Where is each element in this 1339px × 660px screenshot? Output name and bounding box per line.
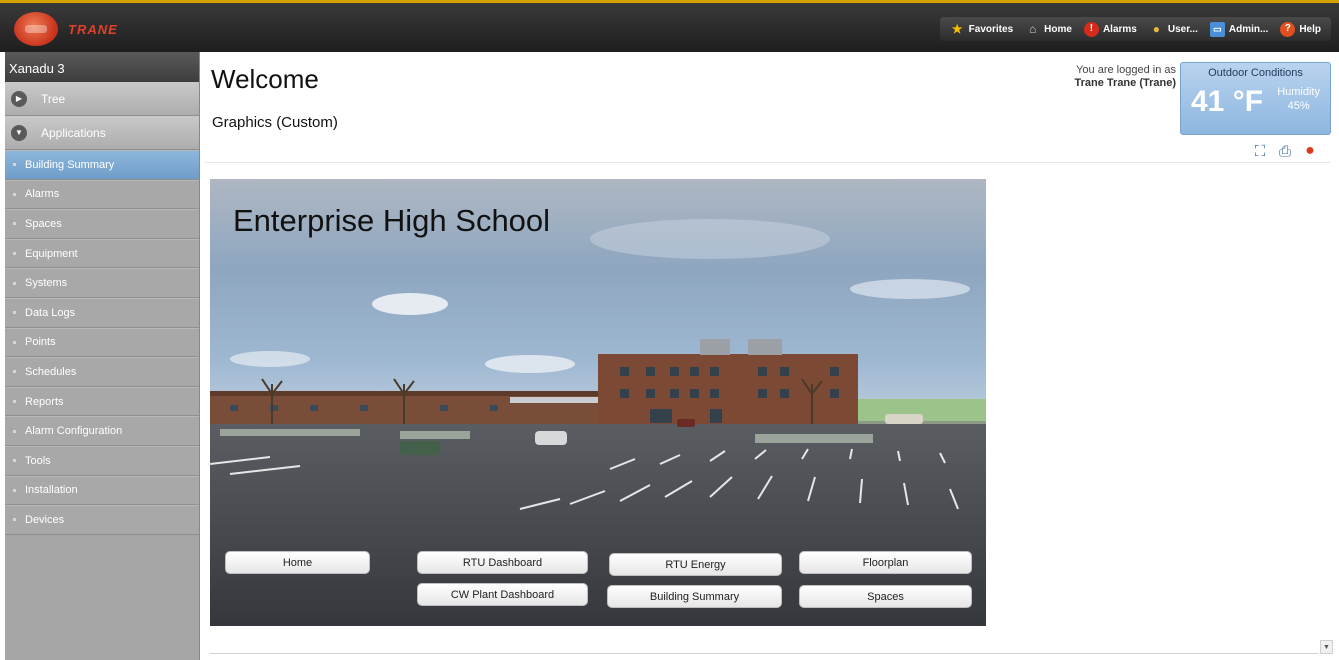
section-applications-label: Applications (41, 125, 106, 140)
outdoor-temperature: 41 °F (1191, 85, 1264, 118)
nav-home-label: Home (1044, 23, 1072, 35)
graphic-button-spaces[interactable]: Spaces (799, 585, 972, 608)
login-line: You are logged in as (1076, 64, 1176, 76)
nav-user[interactable]: ● User... (1143, 17, 1204, 41)
page-subtitle: Graphics (Custom) (212, 114, 338, 131)
graphic-button-building-summary[interactable]: Building Summary (607, 585, 782, 608)
nav-user-label: User... (1167, 23, 1198, 35)
bullet-icon (13, 252, 16, 256)
outdoor-humidity: Humidity 45% (1277, 85, 1320, 113)
top-nav: ★ Favorites ⌂ Home ! Alarms ● User... ▭ … (939, 17, 1331, 41)
page-title: Welcome (211, 64, 319, 94)
bullet-icon (13, 163, 16, 167)
chevron-right-icon: ▶ (11, 90, 27, 107)
site-name: Xanadu 3 (5, 52, 199, 82)
brand-text: TRANE (68, 21, 118, 37)
chevron-down-icon: ▼ (11, 124, 27, 141)
nav-home[interactable]: ⌂ Home (1019, 17, 1078, 41)
scroll-down-icon[interactable]: ▼ (1320, 640, 1333, 654)
sidebar-item-label: Systems (25, 277, 68, 290)
sidebar-section-applications[interactable]: ▼ Applications (5, 116, 199, 150)
graphic-title: Enterprise High School (233, 203, 551, 238)
graphic-button-floorplan[interactable]: Floorplan (799, 551, 972, 574)
sidebar-item-label: Points (25, 336, 56, 349)
graphic-button-home[interactable]: Home (225, 551, 370, 574)
outdoor-title: Outdoor Conditions (1208, 67, 1303, 79)
sidebar-item-label: Data Logs (25, 306, 76, 319)
nav-help[interactable]: ? Help (1274, 17, 1327, 41)
graphic-button-cw-plant-dashboard[interactable]: CW Plant Dashboard (417, 583, 588, 606)
bullet-icon (13, 488, 16, 492)
sidebar-item-spaces[interactable]: Spaces (5, 209, 199, 239)
bullet-icon (13, 222, 16, 226)
nav-help-label: Help (1299, 23, 1321, 35)
sidebar-item-alarm-configuration[interactable]: Alarm Configuration (5, 416, 199, 446)
bullet-icon (13, 340, 16, 344)
user-icon: ● (1152, 22, 1160, 36)
bullet-icon (13, 518, 16, 522)
sidebar-item-data-logs[interactable]: Data Logs (5, 297, 199, 328)
humidity-value: 45% (1287, 100, 1310, 112)
humidity-label: Humidity (1277, 86, 1320, 98)
alarm-icon: ! (1083, 21, 1099, 37)
graphic-button-rtu-dashboard[interactable]: RTU Dashboard (417, 551, 588, 574)
sidebar-item-devices[interactable]: Devices (5, 505, 199, 535)
sidebar-item-equipment[interactable]: Equipment (5, 238, 199, 269)
nav-alarms-label: Alarms (1102, 23, 1137, 35)
sidebar-item-schedules[interactable]: Schedules (5, 357, 199, 387)
outdoor-conditions-panel[interactable]: Outdoor Conditions 41 °F Humidity 45% (1180, 62, 1331, 135)
sidebar-item-label: Devices (25, 513, 65, 526)
print-icon[interactable]: ⎙ (1276, 142, 1294, 160)
help-icon: ? (1280, 21, 1296, 37)
sidebar-item-installation[interactable]: Installation (5, 475, 199, 506)
sidebar-item-alarms[interactable]: Alarms (5, 179, 199, 210)
nav-admin[interactable]: ▭ Admin... (1204, 17, 1274, 41)
divider (210, 653, 1318, 654)
sidebar-item-label: Building Summary (25, 158, 115, 171)
top-bar: TRANE ★ Favorites ⌂ Home ! Alarms ● User… (0, 0, 1339, 52)
sidebar-item-label: Installation (25, 484, 78, 497)
bullet-icon (13, 192, 16, 196)
bullet-icon (13, 400, 16, 404)
main-content: Welcome Graphics (Custom) You are logged… (200, 52, 1339, 660)
star-icon: ★ (951, 22, 963, 36)
sidebar-item-label: Alarm Configuration (25, 425, 123, 438)
sidebar-section-tree[interactable]: ▶ Tree (5, 82, 199, 116)
building-graphic: Enterprise High School Home RTU Dashboar… (210, 179, 986, 626)
logo-emblem-icon (14, 12, 58, 46)
nav-admin-label: Admin... (1228, 23, 1269, 35)
sidebar-item-building-summary[interactable]: Building Summary (5, 150, 199, 180)
nav-favorites[interactable]: ★ Favorites (944, 17, 1019, 41)
nav-alarms[interactable]: ! Alarms (1078, 17, 1143, 41)
bullet-icon (13, 459, 16, 463)
graphic-button-rtu-energy[interactable]: RTU Energy (609, 553, 782, 576)
sidebar-item-systems[interactable]: Systems (5, 268, 199, 298)
sidebar-item-label: Schedules (25, 365, 77, 378)
sidebar-item-tools[interactable]: Tools (5, 445, 199, 476)
home-icon: ⌂ (1029, 22, 1037, 36)
section-tree-label: Tree (41, 91, 66, 106)
flag-icon[interactable]: ● (1301, 142, 1319, 160)
divider (205, 162, 1330, 163)
sidebar-item-label: Reports (25, 395, 64, 408)
page-tools: ⛶ ⎙ ● (1251, 142, 1319, 160)
login-user: Trane Trane (Trane) (1074, 77, 1176, 89)
bullet-icon (13, 281, 16, 285)
login-info: You are logged in as Trane Trane (Trane) (1075, 64, 1176, 90)
admin-icon: ▭ (1209, 21, 1225, 37)
sidebar-item-label: Equipment (25, 247, 78, 260)
sidebar-item-points[interactable]: Points (5, 327, 199, 358)
nav-favorites-label: Favorites (968, 23, 1014, 35)
bullet-icon (13, 311, 16, 315)
bullet-icon (13, 370, 16, 374)
sidebar: Xanadu 3 ▶ Tree ▼ Applications Building … (5, 52, 200, 660)
bullet-icon (13, 429, 16, 433)
fullscreen-icon[interactable]: ⛶ (1251, 142, 1269, 160)
trane-logo: TRANE (14, 12, 118, 46)
sidebar-item-label: Alarms (25, 188, 60, 201)
sidebar-item-reports[interactable]: Reports (5, 386, 199, 417)
sidebar-item-label: Tools (25, 454, 51, 467)
sidebar-item-label: Spaces (25, 217, 62, 230)
